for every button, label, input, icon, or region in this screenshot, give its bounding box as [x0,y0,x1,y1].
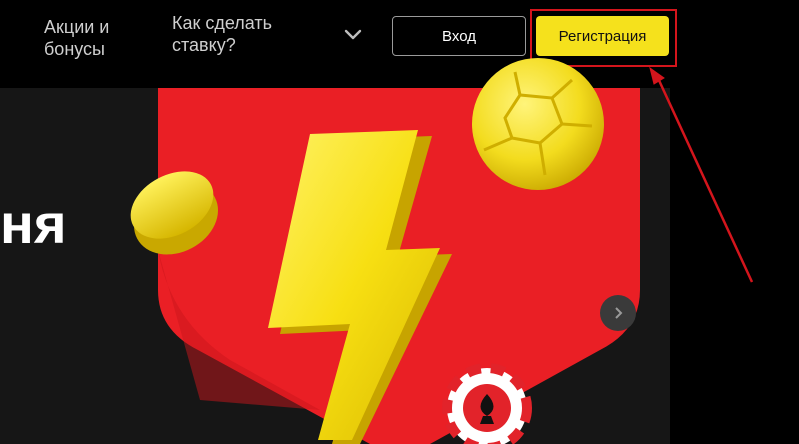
carousel-next-button[interactable] [600,295,636,331]
soccer-ball-icon [472,58,604,190]
poker-chip-icon [442,363,532,444]
promo-banner-artwork [130,58,754,444]
banner-headline-fragment: ня [0,192,67,255]
chevron-right-icon [615,307,623,319]
annotation-arrow [649,66,754,283]
